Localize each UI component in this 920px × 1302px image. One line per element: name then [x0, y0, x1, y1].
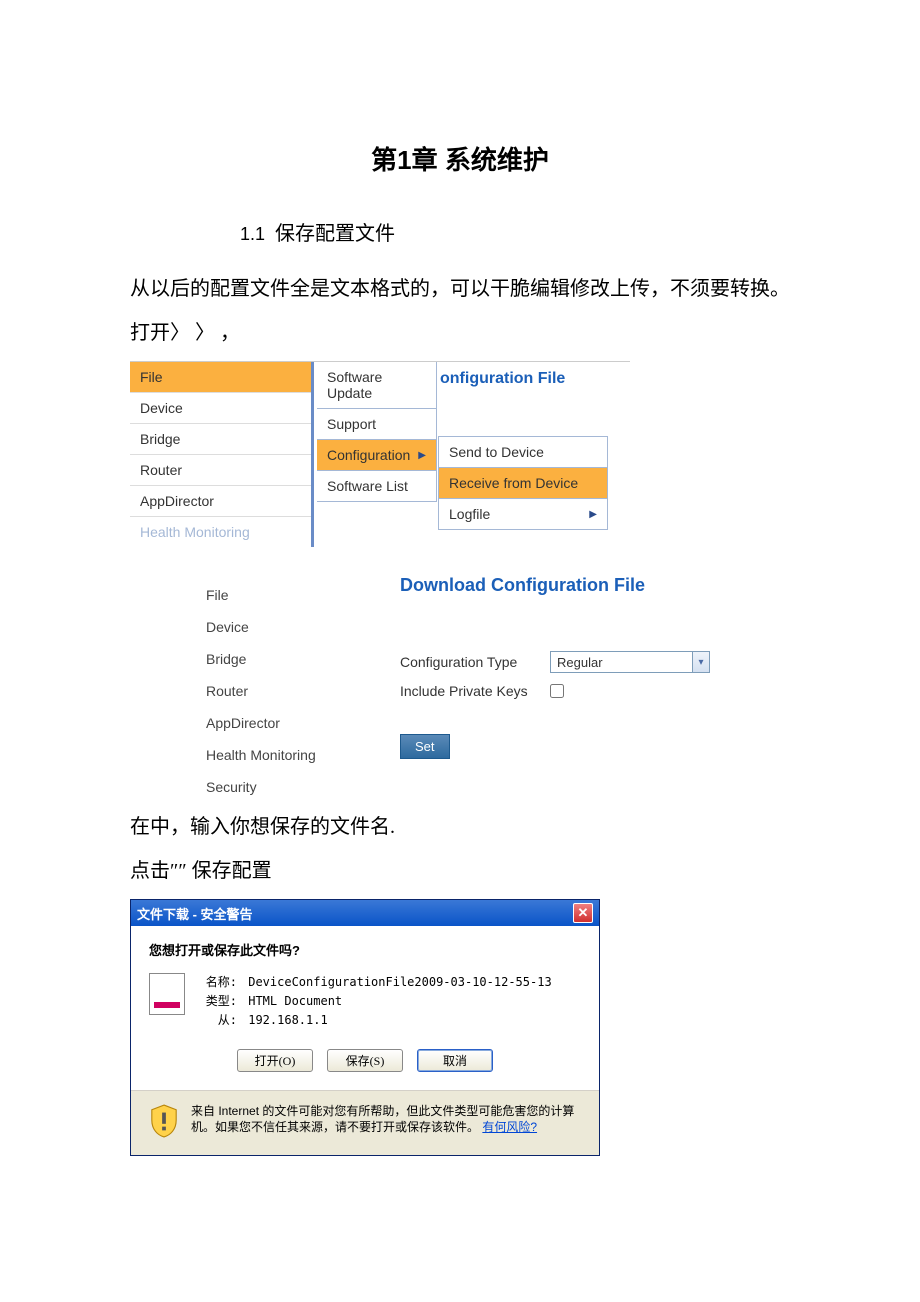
label-include-keys: Include Private Keys	[400, 683, 550, 699]
value-name: DeviceConfigurationFile2009-03-10-12-55-…	[248, 975, 551, 989]
submenu-software-list[interactable]: Software List	[317, 471, 436, 502]
menu-health-monitoring[interactable]: Health Monitoring	[130, 517, 311, 547]
dialog-file-download: 文件下载 - 安全警告 ✕ 您想打开或保存此文件吗? 名称: DeviceCon…	[130, 899, 600, 1156]
menu-device[interactable]: Device	[130, 393, 311, 424]
file-icon	[149, 973, 185, 1015]
warning-shield-icon	[149, 1103, 179, 1139]
label-from: 从:	[199, 1011, 237, 1030]
menu-appdirector[interactable]: AppDirector	[130, 486, 311, 517]
menu2-router[interactable]: Router	[200, 675, 360, 707]
menu2-appdirector[interactable]: AppDirector	[200, 707, 360, 739]
menu2-file[interactable]: File	[200, 579, 360, 611]
submenu-receive-from-device[interactable]: Receive from Device	[438, 467, 608, 498]
label-config-type: Configuration Type	[400, 654, 550, 670]
submenu-send-to-device[interactable]: Send to Device	[438, 436, 608, 467]
section-number: 1.1	[240, 224, 265, 245]
cancel-button[interactable]: 取消	[417, 1049, 493, 1072]
paragraph-4: 点击″″ 保存配置	[130, 853, 790, 889]
select-config-type[interactable]: Regular ▾	[550, 651, 710, 673]
menu-bridge[interactable]: Bridge	[130, 424, 311, 455]
paragraph-3: 在中，输入你想保存的文件名.	[130, 809, 790, 845]
close-button[interactable]: ✕	[573, 903, 593, 923]
menu2-security[interactable]: Security	[200, 771, 360, 803]
dialog-question: 您想打开或保存此文件吗?	[149, 940, 581, 959]
sidebar-menu-1: File Device Bridge Router AppDirector He…	[130, 362, 314, 547]
set-button[interactable]: Set	[400, 734, 450, 759]
chevron-right-icon: ▶	[589, 509, 597, 520]
submenu-configuration[interactable]: Configuration▶	[317, 440, 436, 471]
sidebar-menu-2: File Device Bridge Router AppDirector He…	[200, 579, 360, 803]
submenu-software-update[interactable]: Software Update	[317, 362, 436, 409]
save-button[interactable]: 保存(S)	[327, 1049, 403, 1072]
label-name: 名称:	[199, 973, 237, 992]
value-from: 192.168.1.1	[248, 1013, 327, 1027]
dialog-title-text: 文件下载 - 安全警告	[137, 904, 253, 923]
menu2-health-monitoring[interactable]: Health Monitoring	[200, 739, 360, 771]
screenshot-download-config: File Device Bridge Router AppDirector He…	[200, 557, 810, 797]
menu2-bridge[interactable]: Bridge	[200, 643, 360, 675]
section-heading: 1.1 保存配置文件	[240, 217, 790, 246]
chapter-title: 第1章 系统维护	[130, 140, 790, 177]
paragraph-2: 打开〉 〉 ，	[130, 315, 790, 351]
screenshot-menu-cascade: onfiguration File File Device Bridge Rou…	[130, 361, 630, 547]
submenu-support[interactable]: Support	[317, 409, 436, 440]
submenu-1: Software Update Support Configuration▶ S…	[317, 362, 437, 502]
panel-title: Download Configuration File	[400, 575, 800, 596]
risk-link[interactable]: 有何风险?	[482, 1120, 537, 1134]
paragraph-1: 从以后的配置文件全是文本格式的，可以干脆编辑修改上传，不须要转换。	[130, 271, 790, 307]
checkbox-include-keys[interactable]	[550, 684, 564, 698]
close-icon: ✕	[578, 905, 589, 921]
menu-router[interactable]: Router	[130, 455, 311, 486]
menu-file[interactable]: File	[130, 362, 311, 393]
select-value: Regular	[557, 655, 603, 670]
dialog-warning-text: 来自 Internet 的文件可能对您有所帮助，但此文件类型可能危害您的计算机。…	[191, 1103, 581, 1137]
value-type: HTML Document	[248, 994, 342, 1008]
menu2-device[interactable]: Device	[200, 611, 360, 643]
section-title: 保存配置文件	[275, 217, 395, 246]
file-details: 名称: DeviceConfigurationFile2009-03-10-12…	[199, 973, 552, 1031]
open-button[interactable]: 打开(O)	[237, 1049, 313, 1072]
submenu-2: Send to Device Receive from Device Logfi…	[438, 436, 608, 530]
partial-panel-title: onfiguration File	[440, 370, 565, 388]
dialog-titlebar: 文件下载 - 安全警告 ✕	[131, 900, 599, 926]
chevron-right-icon: ▶	[418, 450, 426, 461]
chevron-down-icon: ▾	[692, 652, 709, 672]
label-type: 类型:	[199, 992, 237, 1011]
submenu-logfile[interactable]: Logfile▶	[438, 498, 608, 530]
